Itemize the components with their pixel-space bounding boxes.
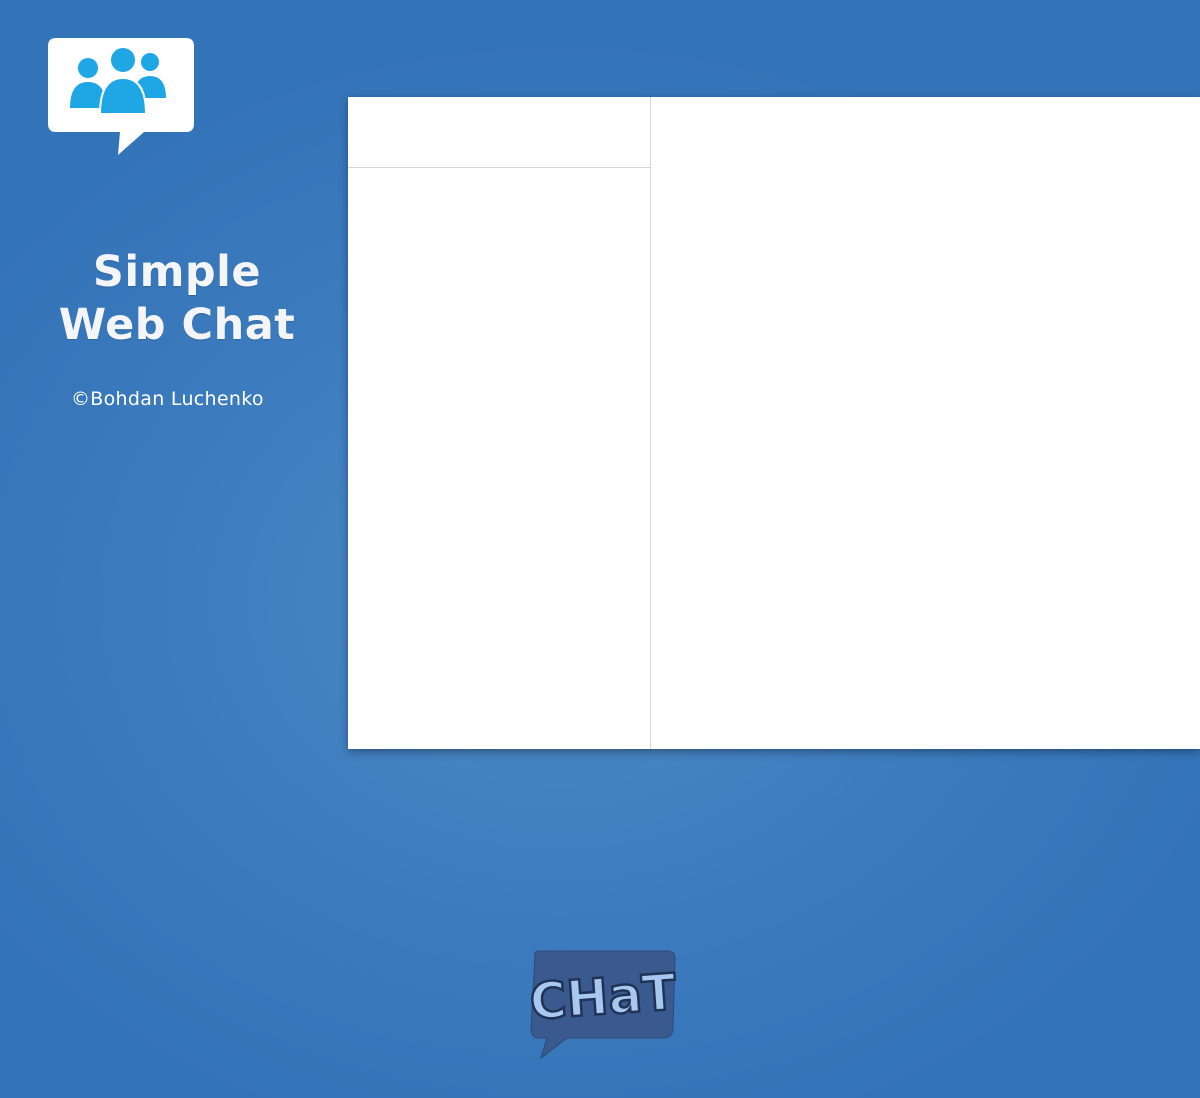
app-logo [46, 36, 196, 158]
users-pane-header [348, 97, 650, 168]
messages-pane[interactable] [651, 97, 1200, 749]
chat-window [348, 97, 1200, 749]
copyright-text: ©Bohdan Luchenko [71, 388, 264, 410]
users-chat-bubble-icon [48, 38, 194, 155]
app-title-line2: Web Chat [58, 300, 296, 350]
users-pane [348, 97, 651, 749]
chat-bubble-icon: CHaT [527, 950, 679, 1060]
chat-badge-label: CHaT [528, 963, 678, 1031]
chat-badge: CHaT [527, 948, 679, 1060]
app-title: Simple Web Chat [52, 246, 302, 352]
app-title-line1: Simple [92, 247, 262, 297]
users-list[interactable] [348, 168, 650, 749]
